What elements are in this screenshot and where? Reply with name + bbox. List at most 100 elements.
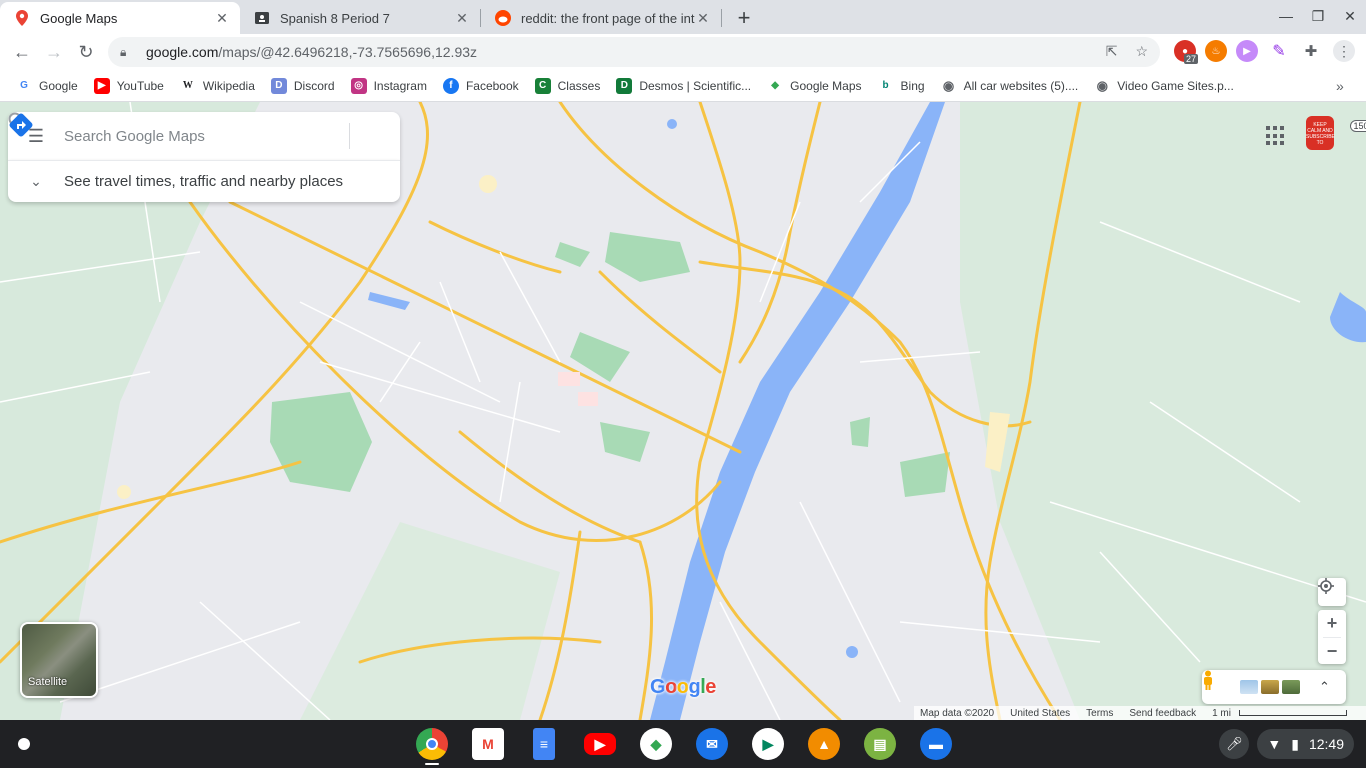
bookmark-bing[interactable]: b Bing: [877, 77, 925, 94]
tab-title: Google Maps: [40, 10, 118, 26]
my-location-button[interactable]: [1318, 578, 1346, 606]
imagery-thumbnail[interactable]: [1282, 680, 1300, 694]
extension-fire-icon[interactable]: ♨: [1205, 40, 1227, 62]
youtube-icon[interactable]: ▶: [584, 733, 616, 755]
directions-icon: [9, 113, 33, 137]
extension-badge: 27: [1184, 54, 1199, 64]
maps-pin-icon: [14, 10, 30, 26]
map-canvas[interactable]: ☰ Search Google Maps ⌄ See travel times,…: [0, 102, 1366, 720]
launcher-button[interactable]: [12, 732, 36, 756]
scale-bar: [1239, 710, 1347, 716]
google-apps-icon[interactable]: [1266, 126, 1286, 146]
back-button[interactable]: ←: [6, 36, 38, 68]
imagery-thumbnail[interactable]: [1261, 680, 1279, 694]
scale-label[interactable]: 1 mi: [1212, 708, 1231, 719]
search-input[interactable]: Search Google Maps: [64, 128, 305, 145]
bookmark-facebook[interactable]: f Facebook: [442, 77, 519, 94]
zoom-controls: + −: [1318, 610, 1346, 664]
tab-spanish[interactable]: Spanish 8 Period 7 ✕: [240, 2, 480, 34]
browser-chrome: Google Maps ✕ Spanish 8 Period 7 ✕ reddi…: [0, 0, 1366, 102]
tab-strip: Google Maps ✕ Spanish 8 Period 7 ✕ reddi…: [0, 0, 1366, 34]
bookmark-star-icon[interactable]: ☆: [1135, 43, 1148, 60]
youtube-icon: ▶: [93, 77, 110, 94]
zoom-in-button[interactable]: +: [1327, 610, 1338, 637]
send-feedback-link[interactable]: Send feedback: [1129, 708, 1196, 719]
close-window-icon[interactable]: ✕: [1334, 4, 1366, 28]
bookmark-car-websites[interactable]: ◉ All car websites (5)....: [940, 77, 1078, 94]
desmos-icon: D: [616, 77, 633, 94]
map-data-text[interactable]: Map data ©2020: [920, 708, 994, 719]
docs-icon[interactable]: ≡: [533, 728, 555, 760]
bookmark-youtube[interactable]: ▶ YouTube: [93, 77, 164, 94]
tab-google-maps[interactable]: Google Maps ✕: [0, 2, 240, 34]
street-view-panel: ⌃: [1202, 670, 1346, 704]
classroom-icon: C: [534, 77, 551, 94]
vlc-icon[interactable]: ▲: [808, 728, 840, 760]
satellite-label: Satellite: [28, 676, 68, 688]
restore-icon[interactable]: ❐: [1302, 4, 1334, 28]
system-tray[interactable]: ▼ ▮ 12:49: [1257, 729, 1354, 759]
wifi-icon: ▼: [1267, 736, 1282, 752]
satellite-layer-button[interactable]: Satellite: [20, 622, 98, 698]
google-icon: G: [16, 77, 32, 94]
address-bar[interactable]: 🔒︎ google.com/maps/@42.6496218,-73.75656…: [108, 37, 1160, 67]
bookmark-wikipedia[interactable]: W Wikipedia: [179, 77, 255, 94]
more-menu-icon[interactable]: ⋮: [1333, 40, 1355, 62]
facebook-icon: f: [442, 77, 459, 94]
location-target-icon: [1318, 578, 1334, 594]
close-icon[interactable]: ✕: [695, 10, 711, 26]
expand-icon[interactable]: ⌃: [1319, 679, 1330, 695]
bookmark-video-game-sites[interactable]: ◉ Video Game Sites.p...: [1094, 77, 1234, 94]
window-controls: — ❐ ✕: [1270, 4, 1366, 28]
bing-icon: b: [877, 77, 894, 94]
bookmark-classes[interactable]: C Classes: [534, 77, 600, 94]
bookmarks-overflow-icon[interactable]: »: [1336, 78, 1344, 94]
play-store-icon[interactable]: ▶: [752, 728, 784, 760]
extension-feather-icon[interactable]: ✎: [1268, 40, 1290, 62]
minimize-icon[interactable]: —: [1270, 4, 1302, 28]
maps-icon[interactable]: ◆: [640, 728, 672, 760]
close-icon[interactable]: ✕: [214, 10, 230, 26]
gmail-icon[interactable]: M: [472, 728, 504, 760]
travel-times-label: See travel times, traffic and nearby pla…: [64, 173, 344, 190]
instagram-icon: ◎: [350, 77, 367, 94]
files-icon[interactable]: ▬: [920, 728, 952, 760]
extensions-puzzle-icon[interactable]: ✚: [1300, 40, 1322, 62]
bookmark-google-maps[interactable]: ◆ Google Maps: [767, 77, 862, 94]
close-icon[interactable]: ✕: [454, 10, 470, 26]
reload-button[interactable]: ↻: [70, 36, 102, 68]
running-indicator: [425, 763, 439, 765]
bookmark-discord[interactable]: D Discord: [270, 77, 335, 94]
tab-reddit[interactable]: reddit: the front page of the inter ✕: [481, 2, 721, 34]
forward-button[interactable]: →: [38, 36, 70, 68]
pegman-icon[interactable]: [1204, 670, 1224, 697]
wikipedia-icon: W: [179, 77, 196, 94]
bookmark-desmos[interactable]: D Desmos | Scientific...: [616, 77, 751, 94]
travel-times-panel[interactable]: ⌄ See travel times, traffic and nearby p…: [8, 160, 400, 202]
new-tab-button[interactable]: +: [730, 4, 758, 32]
lock-icon[interactable]: 🔒︎: [120, 45, 136, 60]
globe-icon: ◉: [940, 77, 957, 94]
avatar[interactable]: KEEP CALM AND SUBSCRIBE TO: [1306, 116, 1335, 150]
tab-title: reddit: the front page of the inter: [521, 10, 695, 26]
terms-link[interactable]: Terms: [1086, 708, 1113, 719]
clock: 12:49: [1308, 736, 1344, 752]
country-link[interactable]: United States: [1010, 708, 1070, 719]
search-box: ☰ Search Google Maps: [8, 112, 400, 160]
open-in-app-icon[interactable]: ⇱: [1106, 43, 1118, 60]
messages-icon[interactable]: ✉: [696, 728, 728, 760]
chevron-down-icon[interactable]: ⌄: [8, 173, 64, 190]
bookmark-instagram[interactable]: ◎ Instagram: [350, 77, 427, 94]
microphone-icon[interactable]: 🎤︎: [1219, 729, 1250, 759]
zoom-out-button[interactable]: −: [1327, 638, 1338, 664]
extension-play-icon[interactable]: ▶: [1236, 40, 1258, 62]
imagery-thumbnail[interactable]: [1240, 680, 1258, 694]
chrome-icon[interactable]: [416, 728, 448, 760]
reddit-icon: [495, 10, 511, 26]
omnibox-actions: ⇱ ☆: [1106, 43, 1148, 60]
system-shelf: M ≡ ▶ ◆ ✉ ▶ ▲ ▤ ▬ 🎤︎ ▼ ▮ 12:49: [0, 720, 1366, 768]
route-shield: 150: [1350, 120, 1366, 132]
bookmark-google[interactable]: G Google: [16, 77, 78, 94]
books-icon[interactable]: ▤: [864, 728, 896, 760]
divider: [349, 123, 350, 149]
